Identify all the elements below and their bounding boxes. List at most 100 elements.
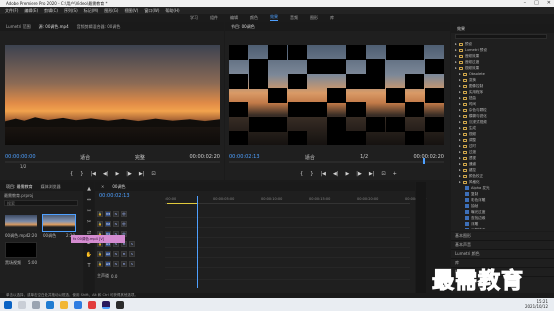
program-timecode[interactable]: 00:00:02:13 [229,154,260,160]
track-lock-icon[interactable]: 🔒 [97,261,103,267]
tab-timeline-sequence[interactable]: 00调色 [112,184,125,190]
project-search-input[interactable]: 搜索 [4,200,78,206]
track-target-button[interactable]: A2 [105,251,111,257]
tool-icon[interactable]: ▲ [87,186,91,192]
workspace-tab[interactable]: 学习 [190,15,198,21]
disclosure-triangle-icon[interactable]: ▸ [455,48,457,52]
work-area-bar[interactable] [167,203,197,204]
timeline-timecode[interactable]: 00:00:02:13 [99,193,130,199]
track-sync-icon[interactable]: ⇆ [113,251,119,257]
program-play-button[interactable]: ▶ [345,171,349,177]
disclosure-triangle-icon[interactable]: ▸ [459,102,461,106]
project-thumb-black-video[interactable] [5,242,37,258]
track-lock-icon[interactable]: 🔒 [97,251,103,257]
disclosure-triangle-icon[interactable]: ▸ [459,144,461,148]
source-fit-select[interactable]: 适合 [80,154,90,161]
program-playhead-marker[interactable] [423,158,425,164]
track-target-button[interactable]: V3 [105,211,111,217]
menu-item[interactable]: 剪辑(C) [44,8,58,14]
source-timecode[interactable]: 00:00:00:00 [5,154,36,160]
track-visibility-icon[interactable]: 👁 [121,221,127,227]
tab-source[interactable]: 音频剪辑混合器: 00调色 [77,24,121,30]
program-go-to-in-button[interactable]: |◀ [320,171,326,177]
disclosure-triangle-icon[interactable]: ▸ [459,162,461,166]
workspace-tab[interactable]: 音频 [290,15,298,21]
task-view-icon[interactable] [32,300,40,309]
menu-item[interactable]: 序列(S) [64,8,78,14]
track-target-button[interactable]: V2 [105,221,111,227]
disclosure-triangle-icon[interactable]: ▸ [459,120,461,124]
disclosure-triangle-icon[interactable]: ▸ [459,138,461,142]
side-panel-tab[interactable]: 基本声音 [451,241,554,250]
tool-icon[interactable]: ⇿ [87,208,91,214]
menu-item[interactable]: 窗口(W) [144,8,159,14]
track-mute-button[interactable]: M [121,251,127,257]
track-lock-icon[interactable]: 🔒 [97,211,103,217]
track-lane[interactable] [165,272,410,280]
step-forward-button[interactable]: |▶ [126,171,132,177]
timeline-clip[interactable]: fx 00调色.mp4 [V] [71,235,125,243]
track-visibility-icon[interactable]: 👁 [121,211,127,217]
play-button[interactable]: ▶ [115,171,119,177]
program-export-frame-button[interactable]: ⊡ [381,171,385,177]
tab-project[interactable]: 项目: 最需教育 [6,184,33,190]
program-settings-button[interactable]: + [393,171,397,177]
app-icon[interactable] [116,300,124,309]
app-icon[interactable] [88,300,96,309]
project-thumb-clip[interactable] [5,215,37,231]
track-sync-icon[interactable]: ⇆ [113,221,119,227]
disclosure-triangle-icon[interactable]: ▸ [459,96,461,100]
source-scrubber[interactable] [5,161,220,163]
mark-out-button[interactable]: } [80,171,83,177]
track-lane[interactable] [165,250,410,258]
tab-effects[interactable]: 效果 [457,26,465,32]
disclosure-triangle-icon[interactable]: ▸ [459,84,461,88]
disclosure-triangle-icon[interactable]: ▸ [459,126,461,130]
disclosure-triangle-icon[interactable]: ▸ [459,174,461,178]
source-quality-select[interactable]: 完整 [135,154,145,161]
program-mark-in-button[interactable]: { [300,171,303,177]
tool-icon[interactable]: ✋ [86,252,92,258]
disclosure-triangle-icon[interactable]: ▸ [455,42,457,46]
menu-item[interactable]: 文件(F) [5,8,18,14]
disclosure-triangle-icon[interactable]: ▸ [459,156,461,160]
track-lock-icon[interactable]: 🔒 [97,221,103,227]
track-solo-button[interactable]: S [129,261,135,267]
close-button[interactable]: ✕ [547,0,551,7]
track-lane[interactable] [165,230,410,238]
search-icon[interactable] [18,300,26,309]
workspace-tab[interactable]: 颜色 [250,15,258,21]
edge-icon[interactable] [46,300,54,309]
disclosure-triangle-icon[interactable]: ▸ [455,60,457,64]
program-step-back-button[interactable]: ◀| [333,171,339,177]
tab-project[interactable]: 媒体浏览器 [41,184,61,190]
tab-source[interactable]: 源: 00调色.mp4 [39,24,69,30]
workspace-tab[interactable]: 编辑 [230,15,238,21]
minimize-button[interactable]: – [524,0,527,7]
disclosure-triangle-icon[interactable]: ▸ [455,66,457,70]
workspace-tab[interactable]: 效果 [270,14,278,21]
track-lane[interactable] [165,260,410,268]
track-target-button[interactable]: A3 [105,261,111,267]
effects-item[interactable]: 画笔描边 [455,227,551,229]
track-lane[interactable] [165,220,410,228]
system-clock[interactable]: 15:21 2021/10/12 [525,299,548,309]
mark-in-button[interactable]: { [70,171,73,177]
program-go-to-out-button[interactable]: ▶| [369,171,375,177]
track-solo-button[interactable]: S [129,241,135,247]
track-lane[interactable] [165,210,410,218]
disclosure-triangle-icon[interactable]: ▸ [459,150,461,154]
program-quality-select[interactable]: 1/2 [360,154,368,160]
side-panel-tab[interactable]: 基本图形 [451,232,554,241]
timeline-close-icon[interactable]: ✕ [101,184,104,189]
track-sync-icon[interactable]: ⇆ [113,211,119,217]
workspace-tab[interactable]: 图形 [310,15,318,21]
menu-item[interactable]: 图形(G) [104,8,118,14]
disclosure-triangle-icon[interactable]: ▸ [459,168,461,172]
program-fit-select[interactable]: 适合 [305,154,315,161]
workspace-tab[interactable]: 库 [330,15,334,21]
timeline-ruler[interactable]: :00:00 00:00:05:00 00:00:10:00 00:00:15:00 0… [165,196,426,204]
effects-search-input[interactable] [455,34,547,39]
disclosure-triangle-icon[interactable]: ▸ [459,132,461,136]
program-scrubber[interactable] [229,161,444,163]
